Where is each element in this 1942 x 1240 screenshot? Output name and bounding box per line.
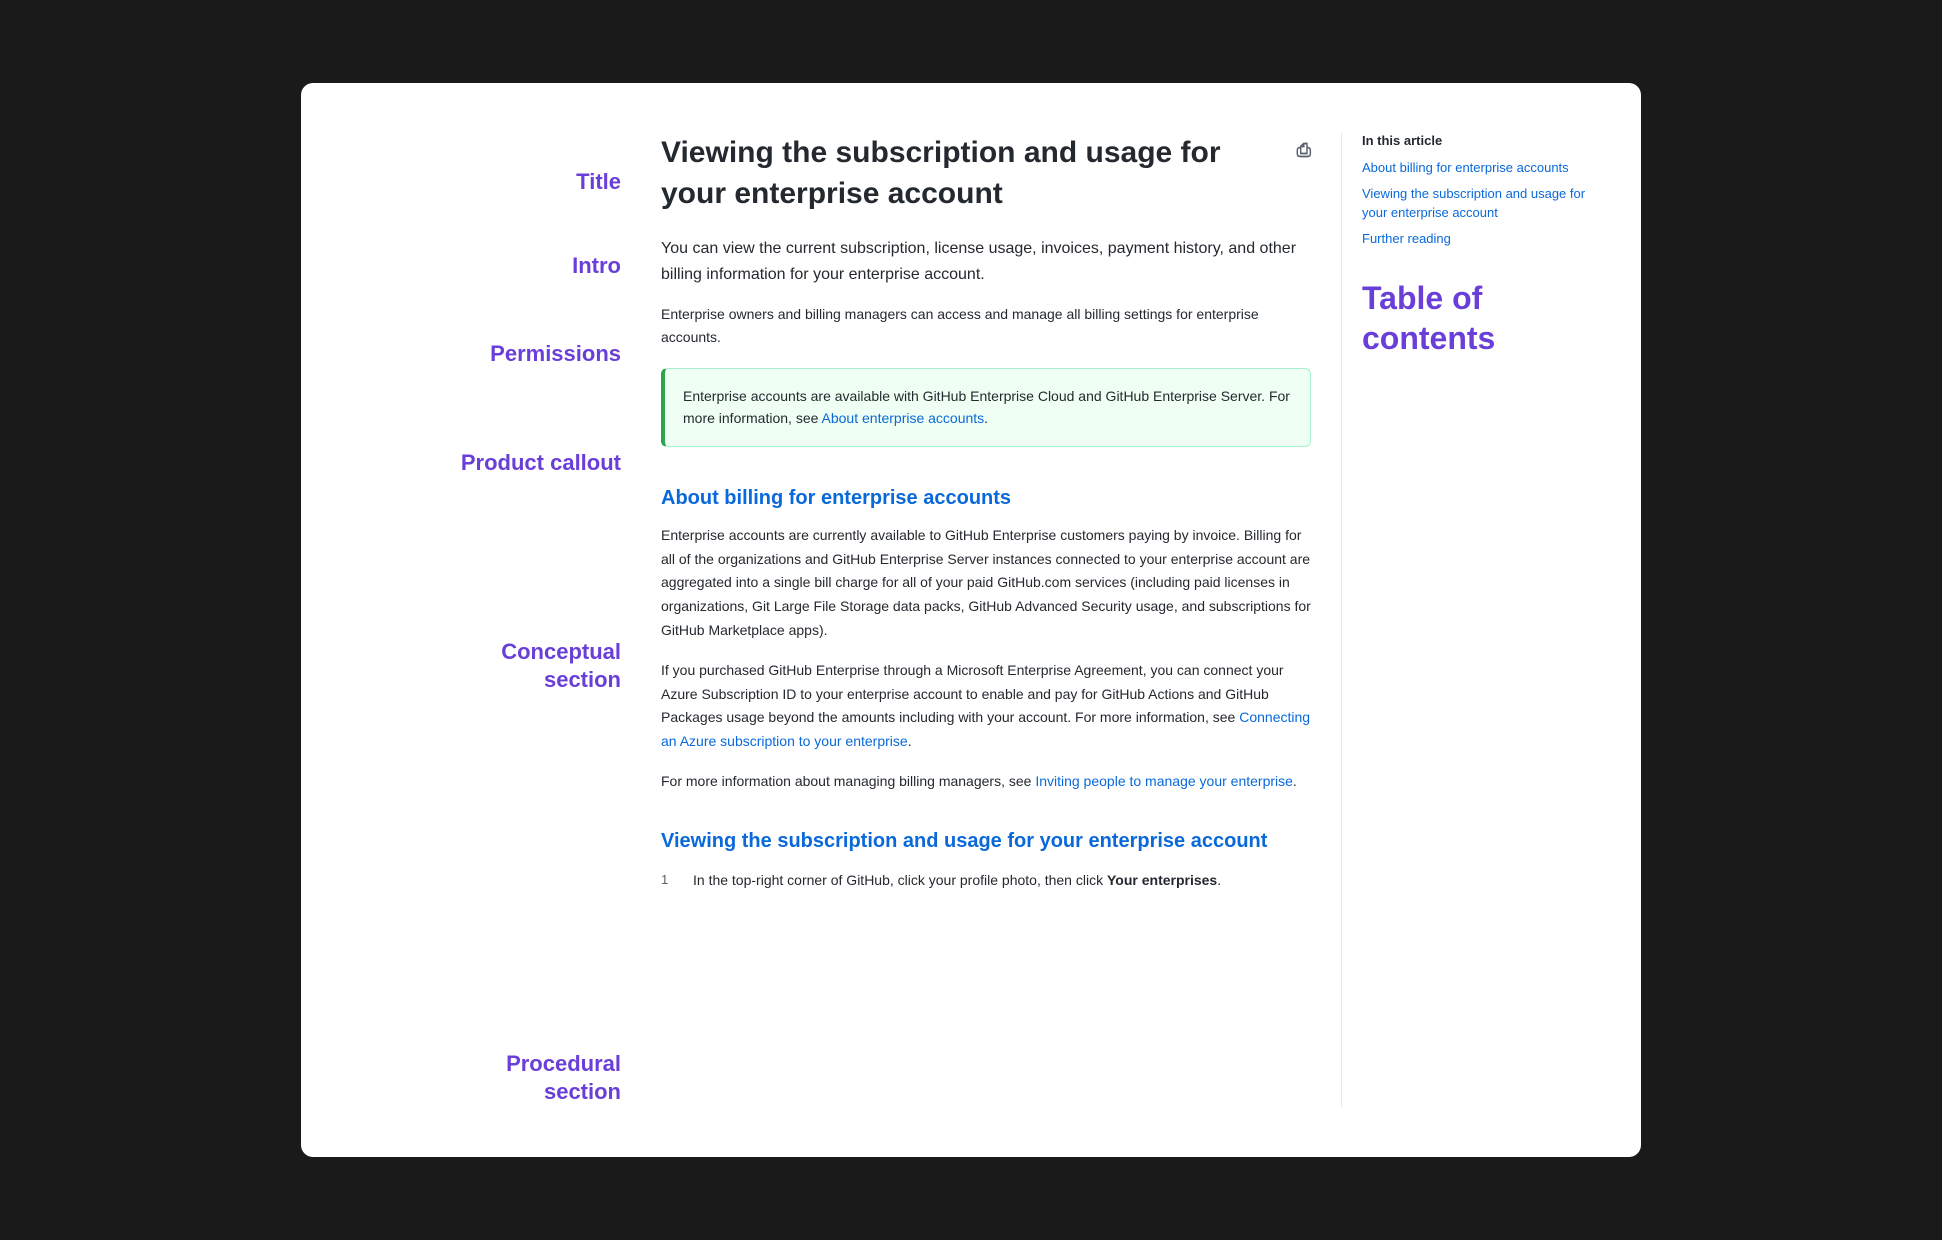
page-container: Title Intro Permissions Product callout …: [301, 83, 1641, 1157]
toc-title-line1: Table of: [1362, 278, 1601, 318]
procedural-annotation-line1: Procedural: [341, 1050, 621, 1079]
callout-suffix: .: [984, 410, 988, 426]
product-callout-box: Enterprise accounts are available with G…: [661, 368, 1311, 447]
conceptual-annotation-line2: section: [341, 666, 621, 695]
step1-suffix: .: [1217, 872, 1221, 888]
print-icon[interactable]: ⎙: [1297, 138, 1311, 162]
permissions-annotation: Permissions: [341, 340, 621, 369]
conceptual-para3-prefix: For more information about managing bill…: [661, 773, 1035, 789]
toc-in-article-label: In this article: [1362, 133, 1601, 148]
step1-bold: Your enterprises: [1107, 872, 1217, 888]
conceptual-section: About billing for enterprise accounts En…: [661, 487, 1311, 794]
conceptual-para2-prefix: If you purchased GitHub Enterprise throu…: [661, 662, 1284, 726]
conceptual-para2-suffix: .: [908, 733, 912, 749]
toc-sidebar: In this article About billing for enterp…: [1341, 133, 1601, 1107]
conceptual-para3-suffix: .: [1293, 773, 1297, 789]
step-1-number: 1: [661, 869, 677, 891]
procedural-annotation-line2: section: [341, 1078, 621, 1107]
permissions-paragraph: Enterprise owners and billing managers c…: [661, 303, 1311, 348]
step-1-text: In the top-right corner of GitHub, click…: [693, 869, 1311, 891]
intro-paragraph: You can view the current subscription, l…: [661, 236, 1311, 287]
toc-link-further[interactable]: Further reading: [1362, 229, 1601, 249]
procedural-heading[interactable]: Viewing the subscription and usage for y…: [661, 830, 1311, 853]
conceptual-annotation-line1: Conceptual: [341, 638, 621, 667]
procedural-section: Viewing the subscription and usage for y…: [661, 830, 1311, 891]
steps-list: 1 In the top-right corner of GitHub, cli…: [661, 869, 1311, 891]
intro-annotation: Intro: [341, 252, 621, 281]
callout-link[interactable]: About enterprise accounts: [822, 410, 985, 426]
inviting-people-link[interactable]: Inviting people to manage your enterpris…: [1035, 773, 1293, 789]
toc-link-billing[interactable]: About billing for enterprise accounts: [1362, 158, 1601, 178]
article-title: Viewing the subscription and usage for y…: [661, 133, 1285, 214]
step1-prefix: In the top-right corner of GitHub, click…: [693, 872, 1107, 888]
toc-title-line2: contents: [1362, 318, 1601, 358]
annotations-column: Title Intro Permissions Product callout …: [341, 133, 641, 1107]
article-title-container: Viewing the subscription and usage for y…: [661, 133, 1311, 214]
conceptual-heading[interactable]: About billing for enterprise accounts: [661, 487, 1311, 510]
toc-title-label: Table of contents: [1362, 278, 1601, 358]
toc-link-viewing[interactable]: Viewing the subscription and usage for y…: [1362, 184, 1601, 223]
title-annotation: Title: [341, 168, 621, 197]
step-1: 1 In the top-right corner of GitHub, cli…: [661, 869, 1311, 891]
conceptual-para2: If you purchased GitHub Enterprise throu…: [661, 659, 1311, 754]
conceptual-para1: Enterprise accounts are currently availa…: [661, 524, 1311, 643]
conceptual-para3: For more information about managing bill…: [661, 770, 1311, 794]
main-content: Viewing the subscription and usage for y…: [641, 133, 1341, 1107]
product-callout-annotation: Product callout: [341, 449, 621, 478]
